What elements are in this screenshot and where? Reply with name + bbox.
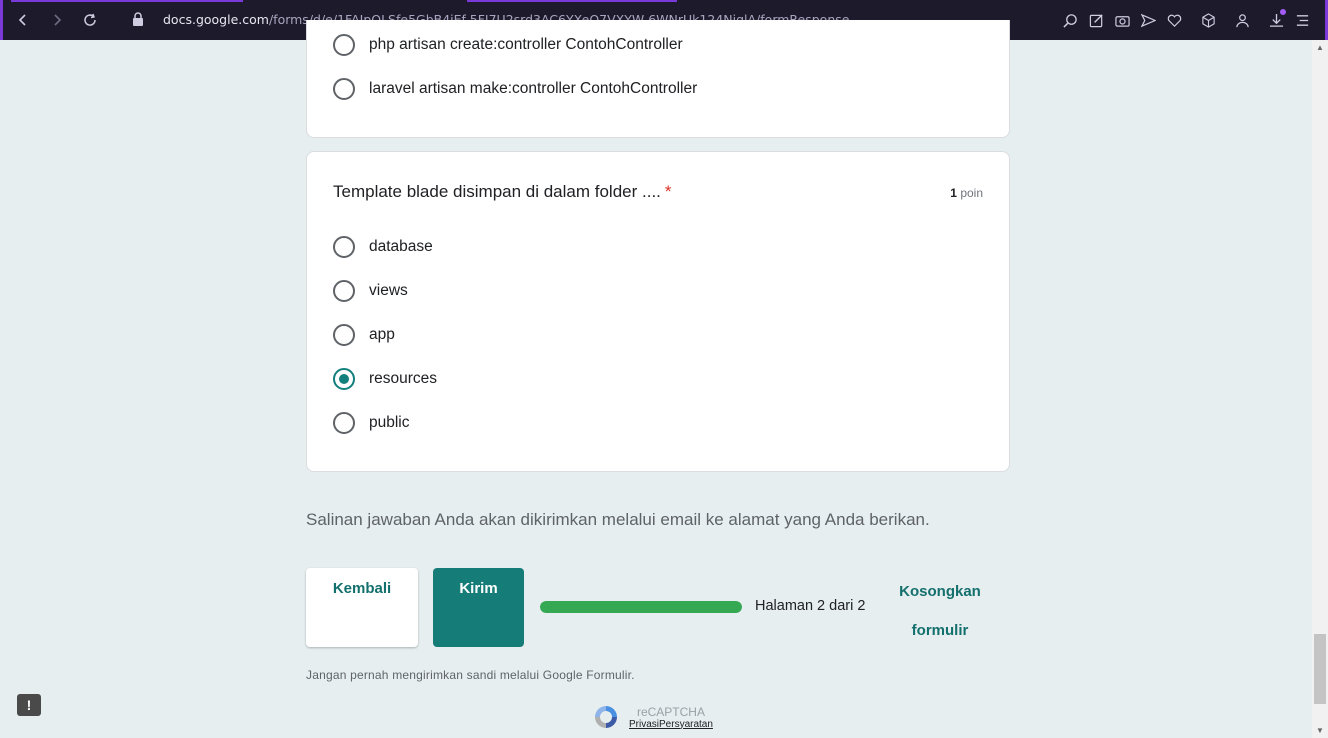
option-label: views: [369, 282, 408, 299]
progress-fill: [540, 601, 742, 613]
submit-button[interactable]: Kirim: [433, 568, 524, 647]
scrollbar-thumb[interactable]: [1314, 634, 1326, 704]
active-tab-indicator: [11, 0, 243, 2]
option-label: resources: [369, 370, 438, 387]
cube-icon[interactable]: [1195, 9, 1221, 31]
scrollbar[interactable]: ▲ ▼: [1312, 40, 1328, 738]
radio-button-selected[interactable]: [333, 368, 355, 390]
radio-button[interactable]: [333, 324, 355, 346]
radio-option-public[interactable]: public: [333, 412, 410, 434]
option-label: public: [369, 414, 410, 431]
menu-icon[interactable]: [1289, 9, 1315, 31]
notification-dot: [1280, 9, 1286, 15]
password-warning: Jangan pernah mengirimkan sandi melalui …: [306, 668, 635, 682]
progress-bar: [540, 601, 742, 613]
recaptcha-label: reCAPTCHA: [636, 704, 705, 719]
tab-indicator: [467, 0, 677, 2]
terms-link[interactable]: Persyaratan: [659, 719, 713, 730]
question-card: Template blade disimpan di dalam folder …: [306, 151, 1010, 472]
camera-icon[interactable]: [1109, 9, 1135, 31]
radio-button[interactable]: [333, 236, 355, 258]
radio-option-views[interactable]: views: [333, 280, 408, 302]
required-mark: *: [664, 182, 672, 201]
radio-option-database[interactable]: database: [333, 236, 433, 258]
option-label: laravel artisan make:controller ContohCo…: [369, 80, 698, 97]
option-label: database: [369, 238, 433, 255]
send-icon[interactable]: [1135, 9, 1161, 31]
radio-button[interactable]: [333, 280, 355, 302]
option-label: app: [369, 326, 395, 343]
email-copy-notice: Salinan jawaban Anda akan dikirimkan mel…: [306, 510, 930, 529]
edit-icon[interactable]: [1083, 9, 1109, 31]
lock-icon: [133, 12, 143, 26]
back-icon[interactable]: [12, 9, 34, 31]
recaptcha-badge: reCAPTCHA PrivasiPersyaratan: [593, 700, 713, 734]
scroll-up-icon[interactable]: ▲: [1316, 43, 1324, 52]
question-card-previous: php artisan create:controller ContohCont…: [306, 20, 1010, 138]
back-button[interactable]: Kembali: [306, 568, 418, 647]
download-icon[interactable]: [1263, 9, 1289, 31]
recaptcha-icon: [595, 706, 617, 728]
privacy-link[interactable]: Privasi: [629, 719, 659, 730]
page-indicator: Halaman 2 dari 2: [755, 598, 866, 614]
question-title: Template blade disimpan di dalam folder …: [333, 182, 672, 201]
radio-option-resources[interactable]: resources: [333, 368, 437, 390]
reload-icon[interactable]: [79, 9, 101, 31]
scroll-down-icon[interactable]: ▼: [1316, 726, 1324, 735]
clear-form-button[interactable]: Kosongkan formulir: [890, 572, 990, 650]
question-points: 1 poin: [950, 186, 983, 200]
radio-button[interactable]: [333, 78, 355, 100]
option-label: php artisan create:controller ContohCont…: [369, 36, 683, 53]
forward-icon[interactable]: [46, 9, 68, 31]
zoom-icon[interactable]: [1057, 9, 1083, 31]
radio-option[interactable]: php artisan create:controller ContohCont…: [333, 34, 683, 56]
account-icon[interactable]: [1229, 9, 1255, 31]
radio-option[interactable]: laravel artisan make:controller ContohCo…: [333, 78, 697, 100]
radio-option-app[interactable]: app: [333, 324, 395, 346]
feedback-icon[interactable]: !: [17, 694, 41, 716]
heart-icon[interactable]: [1161, 9, 1187, 31]
radio-button[interactable]: [333, 412, 355, 434]
radio-button[interactable]: [333, 34, 355, 56]
